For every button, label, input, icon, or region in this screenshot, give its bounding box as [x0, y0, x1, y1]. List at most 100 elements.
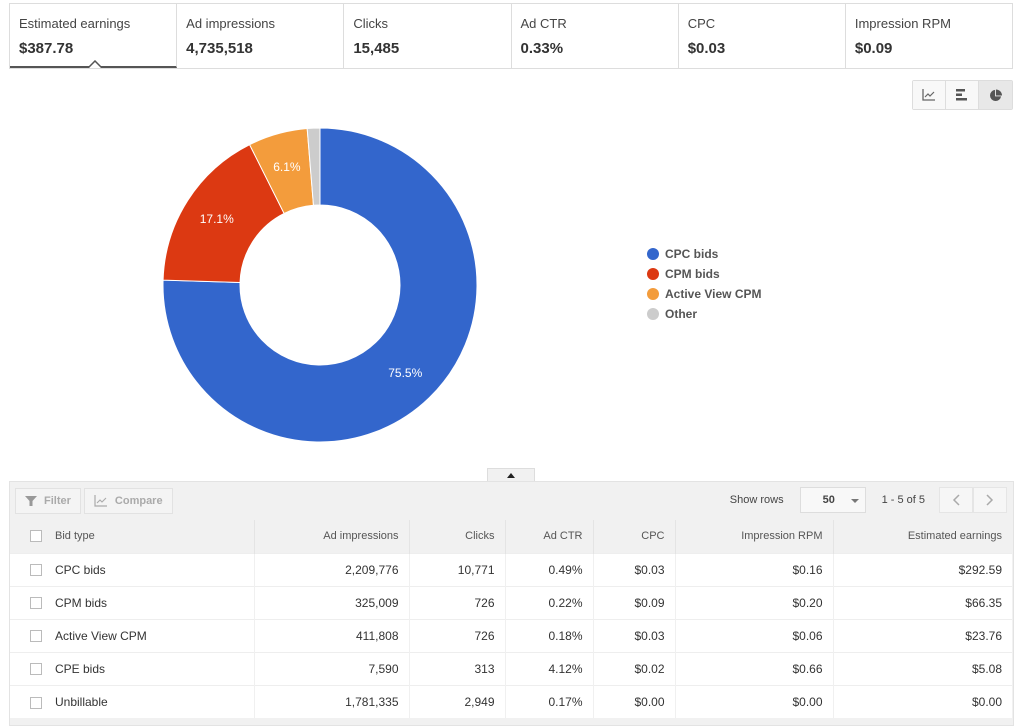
row-checkbox[interactable] [30, 597, 42, 610]
select-all-header [10, 520, 42, 553]
cpc-cell: $0.03 [592, 552, 675, 586]
column-header-impression-rpm[interactable]: Impression RPM [674, 520, 833, 553]
row-select-cell [10, 651, 42, 685]
cpc-cell: $0.00 [592, 684, 675, 718]
compare-label: Compare [114, 495, 163, 507]
clicks-cell: 10,771 [408, 552, 505, 586]
table-header-row: Bid type Ad impressions Clicks Ad CTR CP… [10, 520, 1012, 553]
column-header-clicks[interactable]: Clicks [408, 520, 505, 553]
scorecard-label: Ad impressions [186, 16, 276, 31]
ad-ctr-cell: 4.12% [504, 651, 593, 685]
chart-type-toggle [912, 80, 1013, 110]
impression-rpm-cell: $0.20 [674, 585, 833, 619]
legend-label: CPC bids [665, 247, 719, 261]
estimated-earnings-cell: $5.08 [832, 651, 1012, 685]
ad-impressions-cell: 1,781,335 [253, 684, 409, 718]
ad-ctr-cell: 0.17% [504, 684, 593, 718]
ad-ctr-cell: 0.18% [504, 618, 593, 652]
donut-chart: 75.5% 17.1% 6.1% [162, 127, 478, 443]
scorecard-ad-ctr[interactable]: Ad CTR 0.33% [512, 4, 679, 68]
page-range: 1 - 5 of 5 [881, 494, 925, 506]
row-checkbox[interactable] [30, 663, 42, 676]
cpc-cell: $0.03 [592, 618, 675, 652]
table-toolbar: Filter Compare Show rows 50 1 - 5 of 5 [10, 482, 1013, 520]
legend-swatch [647, 248, 659, 260]
bid-type-cell[interactable]: Active View CPM [42, 618, 254, 652]
table-row[interactable]: Unbillable 1,781,335 2,949 0.17% $0.00 $0.00 $… [10, 684, 1012, 718]
ad-impressions-cell: 411,808 [253, 618, 409, 652]
scorecard-label: Impression RPM [854, 16, 951, 31]
column-header-estimated-earnings[interactable]: Estimated earnings [832, 520, 1012, 553]
bid-type-cell[interactable]: CPM bids [42, 585, 254, 619]
scorecard-ad-impressions[interactable]: Ad impressions 4,735,518 [177, 4, 345, 68]
collapse-chart-button[interactable] [487, 468, 535, 482]
impression-rpm-cell: $0.06 [674, 618, 833, 652]
prev-page-button[interactable] [939, 487, 973, 513]
legend-label: Active View CPM [665, 287, 762, 301]
select-all-checkbox[interactable] [30, 530, 42, 543]
slice-label: 6.1% [273, 160, 301, 174]
legend-swatch [647, 268, 659, 280]
table-row[interactable]: CPM bids 325,009 726 0.22% $0.09 $0.20 $66.35 [10, 585, 1012, 619]
impression-rpm-cell: $0.16 [674, 552, 833, 586]
pie-chart-button[interactable] [979, 81, 1012, 109]
chart-legend: CPC bids CPM bids Active View CPM Other [647, 244, 761, 324]
row-checkbox[interactable] [30, 696, 42, 709]
row-select-cell [10, 618, 42, 652]
slice-label: 75.5% [388, 366, 422, 380]
pagination-controls: Show rows 50 1 - 5 of 5 [730, 487, 1007, 513]
table-row[interactable]: Active View CPM 411,808 726 0.18% $0.03 $0.06… [10, 618, 1012, 652]
compare-button[interactable]: Compare [83, 488, 173, 514]
column-header-cpc[interactable]: CPC [592, 520, 675, 553]
line-chart-button[interactable] [913, 81, 946, 109]
show-rows-label: Show rows [729, 494, 784, 506]
legend-item-cpc-bids[interactable]: CPC bids [647, 244, 761, 264]
rows-per-page-value: 50 [822, 494, 835, 506]
table-row[interactable]: CPE bids 7,590 313 4.12% $0.02 $0.66 $5.08 [10, 651, 1012, 685]
scorecard-bar: Estimated earnings $387.78 Ad impression… [9, 3, 1013, 69]
scorecard-clicks[interactable]: Clicks 15,485 [344, 4, 512, 68]
legend-item-other[interactable]: Other [647, 304, 761, 324]
legend-swatch [647, 288, 659, 300]
filter-button[interactable]: Filter [15, 488, 81, 514]
scorecard-impression-rpm[interactable]: Impression RPM $0.09 [846, 4, 1012, 68]
compare-chart-icon [94, 495, 107, 507]
legend-swatch [647, 308, 659, 320]
bid-type-cell[interactable]: CPE bids [42, 651, 254, 685]
column-header-ad-impressions[interactable]: Ad impressions [253, 520, 409, 553]
scorecard-label: Clicks [353, 16, 389, 31]
rows-per-page-select[interactable]: 50 [799, 487, 866, 513]
scorecard-value: $0.03 [687, 40, 726, 57]
ad-ctr-cell: 0.22% [504, 585, 593, 619]
legend-item-active-view-cpm[interactable]: Active View CPM [647, 284, 761, 304]
row-checkbox[interactable] [30, 564, 42, 577]
bid-type-cell[interactable]: Unbillable [42, 684, 254, 718]
scorecard-estimated-earnings[interactable]: Estimated earnings $387.78 [10, 4, 178, 68]
scorecard-label: CPC [687, 16, 716, 31]
clicks-cell: 726 [408, 618, 505, 652]
clicks-cell: 2,949 [408, 684, 505, 718]
ad-impressions-cell: 325,009 [253, 585, 409, 619]
scorecard-cpc[interactable]: CPC $0.03 [679, 4, 846, 68]
bar-chart-icon [956, 89, 967, 101]
cpc-cell: $0.02 [592, 651, 675, 685]
line-chart-icon [922, 89, 935, 101]
bid-type-cell[interactable]: CPC bids [42, 552, 254, 586]
estimated-earnings-cell: $0.00 [832, 684, 1012, 718]
legend-item-cpm-bids[interactable]: CPM bids [647, 264, 761, 284]
clicks-cell: 313 [408, 651, 505, 685]
ad-ctr-cell: 0.49% [504, 552, 593, 586]
bar-chart-button[interactable] [946, 81, 979, 109]
caret-up-icon [507, 473, 515, 478]
ad-impressions-cell: 7,590 [253, 651, 409, 685]
legend-label: CPM bids [665, 267, 720, 281]
table-row[interactable]: CPC bids 2,209,776 10,771 0.49% $0.03 $0.16 $2… [10, 552, 1012, 586]
column-header-bid-type[interactable]: Bid type [42, 520, 254, 553]
scorecard-value: $0.09 [854, 40, 893, 57]
report-table: Bid type Ad impressions Clicks Ad CTR CP… [10, 520, 1012, 718]
row-checkbox[interactable] [30, 630, 42, 643]
scorecard-label: Ad CTR [520, 16, 567, 31]
next-page-button[interactable] [973, 487, 1007, 513]
column-header-ad-ctr[interactable]: Ad CTR [504, 520, 593, 553]
estimated-earnings-cell: $66.35 [832, 585, 1012, 619]
